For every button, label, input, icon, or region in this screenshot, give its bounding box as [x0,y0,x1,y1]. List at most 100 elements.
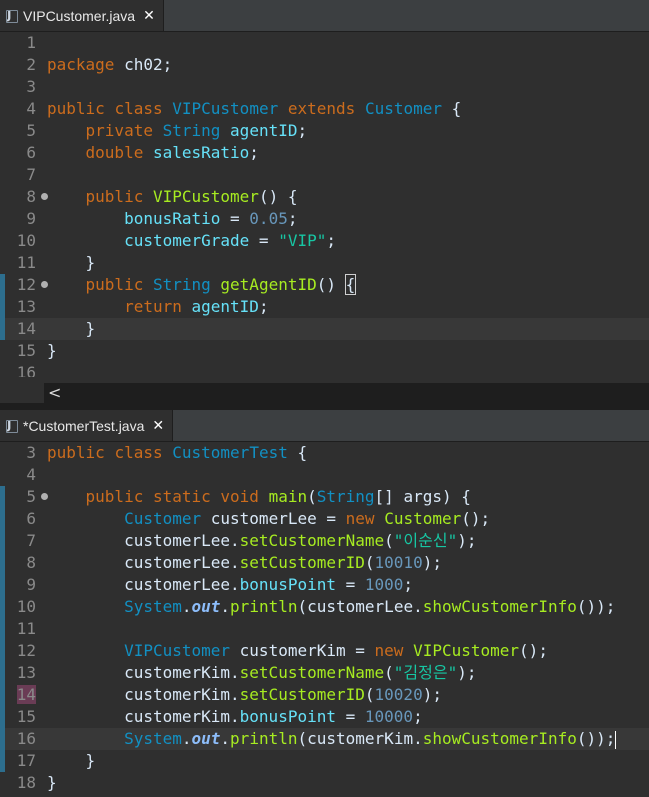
line-number: 15 [16,341,36,360]
code-line[interactable]: 14 } [0,318,649,340]
tab-customertest-java[interactable]: *CustomerTest.java ✕ [0,410,174,441]
line-number: 1 [26,33,36,52]
code-line[interactable]: 17 } [0,750,649,772]
line-number: 11 [16,253,36,272]
code-line[interactable]: 1 [0,32,649,54]
code-line[interactable]: 7 customerLee.setCustomerName("이순신"); [0,530,649,552]
code-line[interactable]: 10 customerGrade = "VIP"; [0,230,649,252]
code-text: public class CustomerTest { [47,443,308,462]
line-number: 3 [26,77,36,96]
line-number: 7 [26,531,36,550]
close-icon[interactable]: ✕ [143,8,155,24]
code-text: public static void main(String[] args) { [85,487,471,506]
tab-vipcustomer-java[interactable]: VIPCustomer.java ✕ [0,0,164,31]
tab-title: *CustomerTest.java [23,417,145,434]
code-text: Customer customerLee = new Customer(); [124,509,491,528]
code-text: public String getAgentID() { [85,274,357,295]
tab-title: VIPCustomer.java [23,7,136,24]
code-line[interactable]: 11 } [0,252,649,274]
code-line[interactable]: 4 [0,464,649,486]
tab-bar: *CustomerTest.java ✕ [0,410,649,442]
close-icon[interactable]: ✕ [152,418,164,434]
code-text: customerGrade = "VIP"; [124,231,337,250]
code-text: } [47,341,57,360]
code-text: public VIPCustomer() { [85,187,298,206]
code-line[interactable]: 5 private String agentID; [0,120,649,142]
code-line[interactable]: 3 public class CustomerTest { [0,442,649,464]
line-number: 14 [16,319,36,338]
code-text: customerLee.setCustomerName("이순신"); [47,531,477,550]
code-line[interactable]: 2 package ch02; [0,54,649,76]
line-number: 13 [16,663,36,682]
code-line[interactable]: 10 System.out.println(customerLee.showCu… [0,596,649,618]
line-number: 2 [26,55,36,74]
editor-pane-customertest: *CustomerTest.java ✕ 3 public class Custo… [0,410,649,797]
code-line[interactable]: 9 customerLee.bonusPoint = 1000; [0,574,649,596]
code-line[interactable]: 6 Customer customerLee = new Customer(); [0,508,649,530]
line-number: 6 [26,143,36,162]
code-editor[interactable]: 3 public class CustomerTest { 4 5 public st… [0,442,649,797]
scroll-left-arrow-icon[interactable]: < [48,383,61,403]
pane-divider[interactable] [0,403,649,410]
line-number: 5 [26,121,36,140]
code-text: System.out.println(customerLee.showCusto… [124,597,616,616]
code-line[interactable]: 18} [0,772,649,794]
code-line[interactable]: 16 System.out.println(customerKim.showCu… [0,728,649,750]
line-number: 18 [16,773,36,792]
code-line[interactable]: 13 customerKim.setCustomerName("김정은"); [0,662,649,684]
text-caret [615,730,617,749]
code-line[interactable]: 8 public VIPCustomer() { [0,186,649,208]
code-text: System.out.println(customerKim.showCusto… [124,729,617,749]
line-number: 10 [16,231,36,250]
line-number: 7 [26,165,36,184]
code-text: customerKim.bonusPoint = 10000; [47,707,423,726]
line-number: 5 [0,486,48,508]
line-number: 4 [26,465,36,484]
code-line[interactable]: 7 [0,164,649,186]
code-line[interactable]: 9 bonusRatio = 0.05; [0,208,649,230]
line-number: 9 [26,575,36,594]
line-number: 10 [16,597,36,616]
line-number: 13 [16,297,36,316]
editor-pane-vipcustomer: VIPCustomer.java ✕ 12package ch02;34publ… [0,0,649,403]
code-text: public class VIPCustomer extends Custome… [47,99,462,118]
code-text: double salesRatio; [85,143,259,162]
code-line[interactable]: 14 customerKim.setCustomerID(10020); [0,684,649,706]
code-line[interactable]: 3 [0,76,649,98]
line-number: 8 [26,553,36,572]
line-number: 16 [16,729,36,748]
code-line[interactable]: 16 [0,362,649,377]
code-text: return agentID; [124,297,269,316]
code-text: } [47,319,96,338]
code-line[interactable]: 15 customerKim.bonusPoint = 10000; [0,706,649,728]
code-line[interactable]: 11 [0,618,649,640]
code-text: customerLee.bonusPoint = 1000; [47,575,414,594]
line-number: 12 [0,274,48,296]
line-number: 6 [26,509,36,528]
code-line[interactable]: 4 public class VIPCustomer extends Custom… [0,98,649,120]
horizontal-scrollbar[interactable]: < [44,383,649,403]
line-number: 9 [26,209,36,228]
code-text: } [47,253,96,272]
code-line[interactable]: 8 customerLee.setCustomerID(10010); [0,552,649,574]
line-number: 3 [26,443,36,462]
code-text: } [47,751,96,770]
code-line[interactable]: 13 return agentID; [0,296,649,318]
code-line[interactable]: 6 double salesRatio; [0,142,649,164]
code-text: customerKim.setCustomerName("김정은"); [47,663,477,682]
line-number: 14 [16,685,36,704]
code-line[interactable]: 12 VIPCustomer customerKim = new VIPCust… [0,640,649,662]
code-text: package ch02; [47,55,173,74]
code-line[interactable]: 12 public String getAgentID() { [0,274,649,296]
code-line[interactable]: 5 public static void main(String[] args)… [0,486,649,508]
line-number: 8 [0,186,48,208]
line-number: 17 [16,751,36,770]
code-line[interactable]: 15} [0,340,649,362]
java-file-icon [6,418,18,433]
code-editor[interactable]: 1 2 package ch02; 3 4 public class VIPCustome… [0,32,649,377]
line-number: 11 [16,619,36,638]
line-number: 12 [16,641,36,660]
code-text: bonusRatio = 0.05; [124,209,298,228]
line-number: 16 [16,363,36,377]
line-number: 15 [16,707,36,726]
